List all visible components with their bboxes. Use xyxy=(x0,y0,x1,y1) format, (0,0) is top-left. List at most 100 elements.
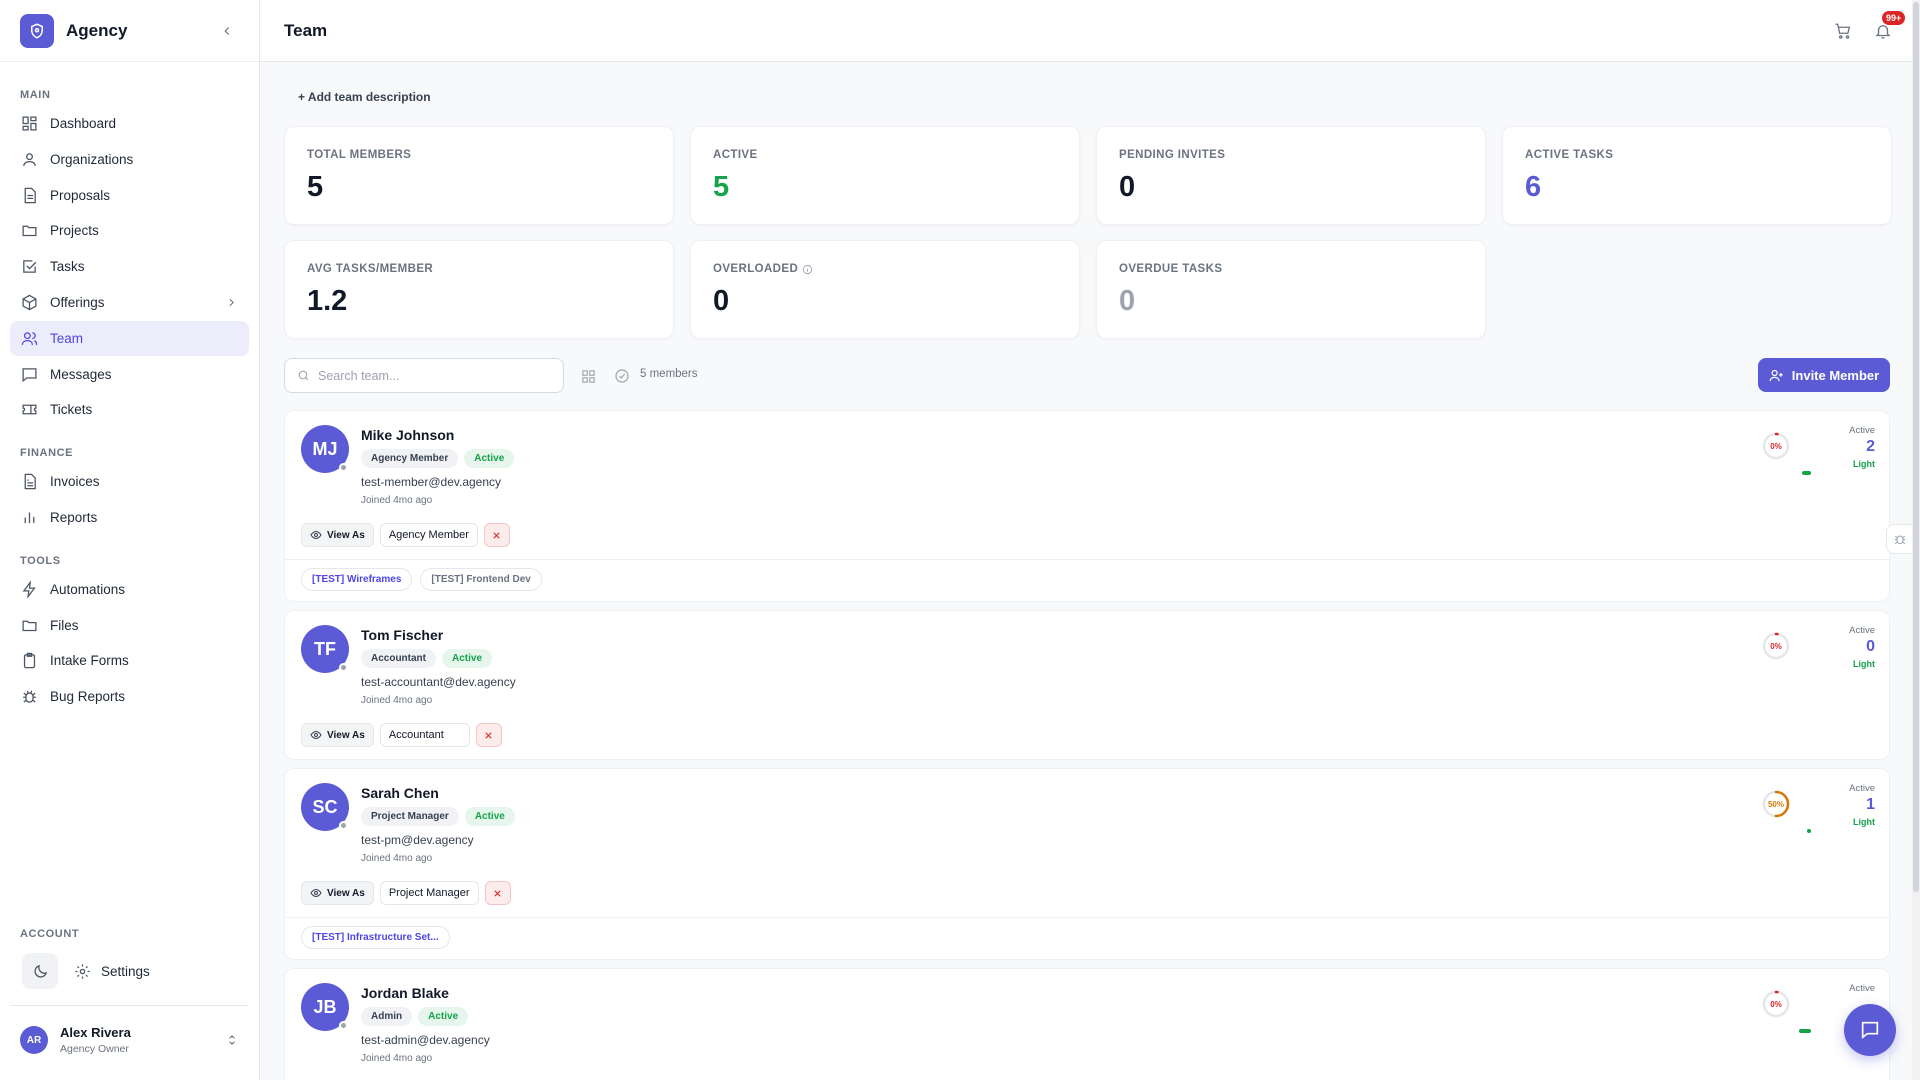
project-tag[interactable]: [TEST] Infrastructure Set... xyxy=(301,926,450,949)
bolt-icon xyxy=(22,581,36,598)
add-team-description-link[interactable]: + Add team description xyxy=(298,90,431,104)
sidebar-item-label: Files xyxy=(50,618,79,633)
search-input[interactable] xyxy=(318,368,548,383)
check-circle-icon[interactable] xyxy=(610,364,634,388)
project-tag[interactable]: [TEST] Wireframes xyxy=(301,568,413,591)
user-menu[interactable]: AR Alex Rivera Agency Owner xyxy=(10,1012,249,1068)
settings-label: Settings xyxy=(101,963,150,979)
sidebar-item-tasks[interactable]: Tasks xyxy=(10,249,249,284)
sidebar-item-bug-reports[interactable]: Bug Reports xyxy=(10,679,249,714)
active-tasks-label: Active xyxy=(1849,983,1875,994)
active-tasks-label: Active xyxy=(1849,625,1875,636)
sidebar-item-dashboard[interactable]: Dashboard xyxy=(10,106,249,141)
search-icon xyxy=(298,370,309,381)
member-email: test-member@dev.agency xyxy=(361,475,502,489)
presence-dot xyxy=(339,1021,348,1030)
clipboard-icon xyxy=(23,652,36,669)
notifications-button[interactable]: 99+ xyxy=(1870,10,1906,44)
section-label-tools: TOOLS xyxy=(20,555,61,567)
sidebar-item-intake-forms[interactable]: Intake Forms xyxy=(10,643,249,678)
close-icon xyxy=(493,531,501,539)
role-select[interactable]: Project Manager xyxy=(379,881,479,905)
page-title: Team xyxy=(284,20,328,40)
chevron-left-icon[interactable] xyxy=(215,19,239,43)
section-label-main: MAIN xyxy=(20,89,51,101)
sidebar-item-team[interactable]: Team xyxy=(10,321,249,356)
message-icon xyxy=(22,368,37,383)
utilization-value: 0% xyxy=(1770,641,1782,651)
sidebar-item-files[interactable]: Files xyxy=(10,608,249,643)
remove-member-button[interactable] xyxy=(484,881,511,905)
role-badge: Admin xyxy=(361,1007,413,1026)
invoice-icon xyxy=(24,473,36,490)
bug-icon xyxy=(1894,535,1906,545)
remove-member-button[interactable] xyxy=(475,723,502,747)
card-divider xyxy=(285,559,1889,560)
sidebar-item-proposals[interactable]: Proposals xyxy=(10,178,249,213)
sidebar-item-organizations[interactable]: Organizations xyxy=(10,142,249,177)
chevron-up-down-icon xyxy=(229,1035,235,1045)
section-label-account: ACCOUNT xyxy=(20,928,80,940)
sidebar-item-messages[interactable]: Messages xyxy=(10,357,249,392)
member-name: Jordan Blake xyxy=(361,985,449,1001)
workload-bar xyxy=(1807,829,1811,833)
view-as-label: View As xyxy=(327,729,365,741)
remove-member-button[interactable] xyxy=(483,523,510,547)
bug-icon xyxy=(23,690,36,703)
active-tasks-label: Active xyxy=(1849,783,1875,794)
stat-card-active: ACTIVE 5 xyxy=(690,126,1080,225)
theme-toggle-button[interactable] xyxy=(22,953,58,989)
member-email: test-admin@dev.agency xyxy=(361,1033,490,1047)
member-joined: Joined 4mo ago xyxy=(361,495,433,506)
sidebar-item-label: Proposals xyxy=(50,188,111,203)
status-badge: Active xyxy=(418,1007,469,1026)
sidebar-item-reports[interactable]: Reports xyxy=(10,500,249,535)
sidebar-item-label: Automations xyxy=(50,582,126,597)
role-select[interactable]: Accountant xyxy=(379,723,470,747)
info-icon[interactable] xyxy=(802,264,813,275)
member-email: test-pm@dev.agency xyxy=(361,833,474,847)
workload-level: Light xyxy=(1853,817,1875,827)
sidebar-item-label: Dashboard xyxy=(50,116,117,131)
member-name: Mike Johnson xyxy=(361,427,455,443)
project-tag[interactable]: [TEST] Frontend Dev xyxy=(420,568,542,591)
moon-icon xyxy=(33,964,47,978)
sidebar-item-automations[interactable]: Automations xyxy=(10,572,249,607)
scroll-thumb[interactable] xyxy=(1913,2,1919,892)
cart-icon[interactable] xyxy=(1830,18,1856,44)
bug-report-tab[interactable] xyxy=(1886,524,1914,554)
sidebar-item-offerings[interactable]: Offerings xyxy=(10,285,249,320)
eye-icon xyxy=(310,530,322,540)
scrollbar[interactable] xyxy=(1912,0,1920,1080)
active-tasks-count: 0 xyxy=(1866,638,1875,655)
view-as-button[interactable]: View As xyxy=(301,523,374,547)
sidebar-item-label: Projects xyxy=(50,223,99,238)
chat-button[interactable] xyxy=(1844,1004,1896,1056)
grid-view-icon[interactable] xyxy=(576,364,600,388)
role-select[interactable]: Agency Member xyxy=(379,523,478,547)
member-joined: Joined 4mo ago xyxy=(361,1053,433,1064)
settings-link[interactable]: Settings xyxy=(74,955,150,987)
sidebar-item-label: Tasks xyxy=(50,259,85,274)
users-icon xyxy=(21,332,38,345)
sidebar-item-label: Bug Reports xyxy=(50,689,126,704)
stat-label: ACTIVE xyxy=(713,149,758,161)
stat-label: TOTAL MEMBERS xyxy=(307,149,412,161)
member-email: test-accountant@dev.agency xyxy=(361,675,516,689)
card-divider xyxy=(285,917,1889,918)
eye-icon xyxy=(310,888,322,898)
sidebar-item-label: Messages xyxy=(50,367,112,382)
close-icon xyxy=(494,889,501,897)
sidebar-item-tickets[interactable]: Tickets xyxy=(10,392,249,427)
active-tasks-label: Active xyxy=(1849,425,1875,436)
view-as-button[interactable]: View As xyxy=(301,723,374,747)
sidebar-item-invoices[interactable]: Invoices xyxy=(10,464,249,499)
sidebar-item-label: Tickets xyxy=(50,402,93,417)
stat-value: 0 xyxy=(1119,171,1136,203)
invite-member-button[interactable]: Invite Member xyxy=(1758,358,1890,392)
stat-label: PENDING INVITES xyxy=(1119,149,1226,161)
workload-bar xyxy=(1799,1029,1811,1033)
cube-icon xyxy=(22,294,37,311)
view-as-button[interactable]: View As xyxy=(301,881,374,905)
sidebar-item-projects[interactable]: Projects xyxy=(10,213,249,248)
